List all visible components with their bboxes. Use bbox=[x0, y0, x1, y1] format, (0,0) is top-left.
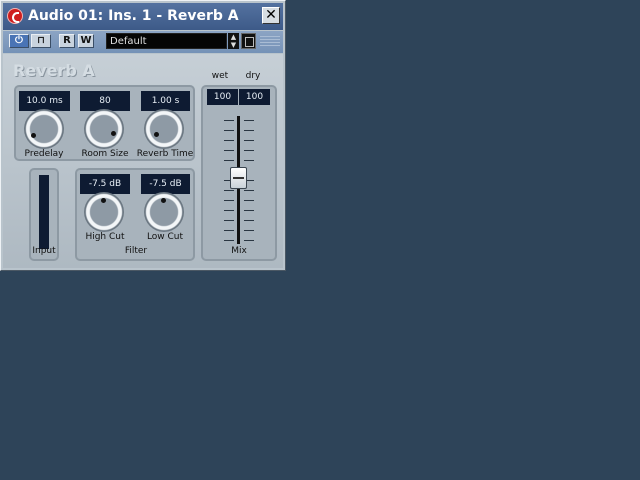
input-label: Input bbox=[32, 246, 56, 256]
preset-spin-control[interactable]: ▲ ▼ bbox=[228, 33, 239, 49]
high-cut-knob[interactable] bbox=[84, 192, 124, 232]
spin-down-icon[interactable]: ▼ bbox=[228, 41, 239, 49]
high-cut-label: High Cut bbox=[85, 232, 125, 242]
dry-value[interactable]: 100 bbox=[239, 89, 270, 105]
cubase-logo-icon bbox=[7, 8, 23, 24]
preset-selector[interactable]: Default bbox=[106, 33, 227, 49]
wet-value[interactable]: 100 bbox=[207, 89, 238, 105]
wet-label: wet bbox=[211, 71, 229, 81]
predelay-knob[interactable] bbox=[24, 109, 64, 149]
input-meter bbox=[39, 175, 49, 249]
predelay-label: Predelay bbox=[24, 149, 64, 159]
reverb-time-value[interactable]: 1.00 s bbox=[141, 91, 190, 111]
save-preset-button[interactable] bbox=[241, 33, 256, 49]
reverb-time-knob[interactable] bbox=[144, 109, 184, 149]
low-cut-knob[interactable] bbox=[144, 192, 184, 232]
plugin-toolbar: ⏻ ⊓ R W Default ▲ ▼ bbox=[3, 31, 283, 53]
reverb-panel: Reverb A 10.0 ms 80 1.00 s Predelay Room… bbox=[3, 54, 283, 268]
write-automation-button[interactable]: W bbox=[78, 34, 94, 48]
read-automation-button[interactable]: R bbox=[59, 34, 75, 48]
spin-up-icon[interactable]: ▲ bbox=[228, 33, 239, 41]
title-bar[interactable]: Audio 01: Ins. 1 - Reverb A ✕ bbox=[3, 3, 283, 30]
room-size-value[interactable]: 80 bbox=[80, 91, 130, 111]
bypass-button[interactable]: ⊓ bbox=[31, 34, 51, 48]
toolbar-grip bbox=[260, 36, 280, 46]
close-button[interactable]: ✕ bbox=[262, 7, 280, 24]
filter-label: Filter bbox=[124, 246, 148, 256]
mix-fader-handle[interactable] bbox=[230, 167, 247, 189]
predelay-value[interactable]: 10.0 ms bbox=[19, 91, 70, 111]
mix-label: Mix bbox=[231, 246, 247, 256]
plugin-window: Audio 01: Ins. 1 - Reverb A ✕ ⏻ ⊓ R W De… bbox=[0, 0, 286, 271]
reverb-time-label: Reverb Time bbox=[136, 149, 194, 159]
low-cut-value[interactable]: -7.5 dB bbox=[141, 174, 190, 194]
power-button[interactable]: ⏻ bbox=[9, 34, 29, 48]
room-size-label: Room Size bbox=[81, 149, 129, 159]
high-cut-value[interactable]: -7.5 dB bbox=[80, 174, 130, 194]
room-size-knob[interactable] bbox=[84, 109, 124, 149]
window-title: Audio 01: Ins. 1 - Reverb A bbox=[28, 8, 239, 24]
plugin-name: Reverb A bbox=[13, 61, 95, 80]
dry-label: dry bbox=[245, 71, 261, 81]
low-cut-label: Low Cut bbox=[146, 232, 184, 242]
